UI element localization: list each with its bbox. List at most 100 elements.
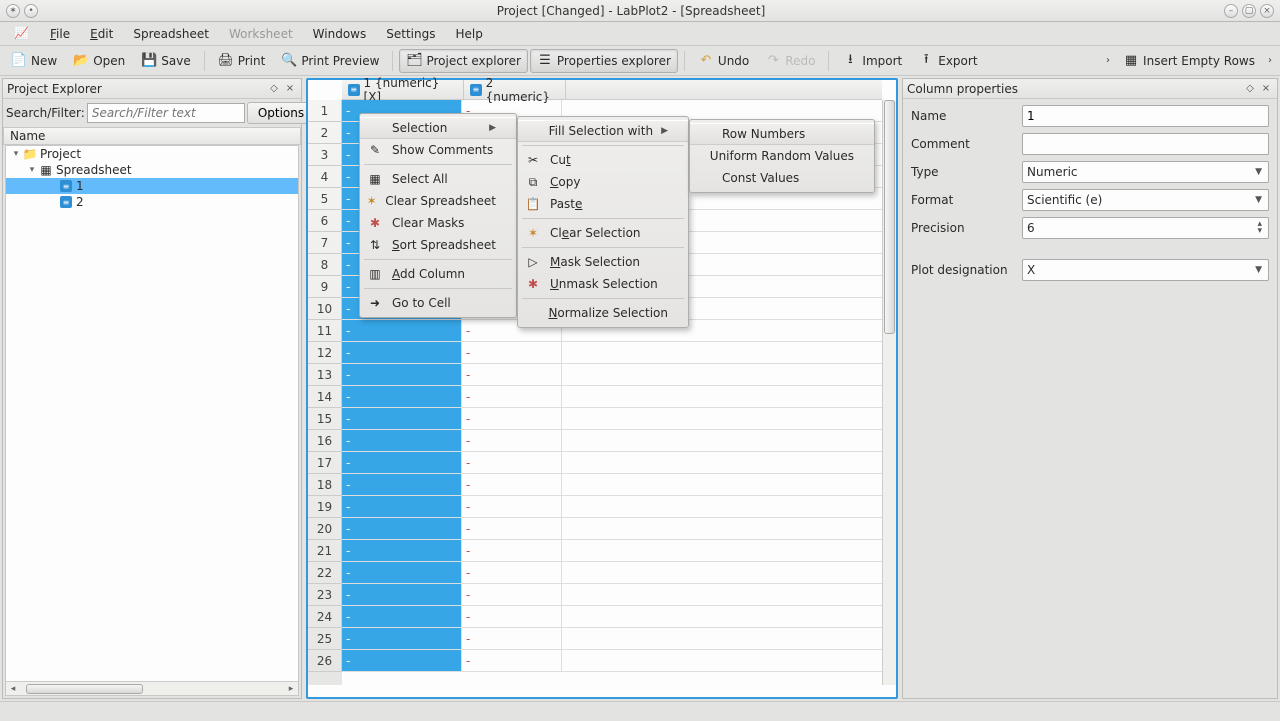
menu-file[interactable]: File <box>40 24 80 44</box>
row-header[interactable]: 3 <box>308 144 342 166</box>
prop-precision-input[interactable]: 6▴▾ <box>1022 217 1269 239</box>
row-header[interactable]: 24 <box>308 606 342 628</box>
import-button[interactable]: ⭳Import <box>835 49 909 73</box>
mi-normalize[interactable]: Normalize Selection <box>518 302 688 324</box>
row-header[interactable]: 11 <box>308 320 342 342</box>
undo-button[interactable]: ↶Undo <box>691 49 756 73</box>
row-header[interactable]: 16 <box>308 430 342 452</box>
menu-edit[interactable]: Edit <box>80 24 123 44</box>
mi-clear-spreadsheet[interactable]: ✶Clear Spreadsheet <box>360 190 516 212</box>
row-header[interactable]: 5 <box>308 188 342 210</box>
row-header[interactable]: 1 <box>308 100 342 122</box>
table-row[interactable]: -- <box>342 408 882 430</box>
menu-spreadsheet[interactable]: Spreadsheet <box>123 24 219 44</box>
column-header-1[interactable]: ≡1 {numeric} [X] <box>342 80 464 99</box>
table-row[interactable]: -- <box>342 430 882 452</box>
row-header[interactable]: 12 <box>308 342 342 364</box>
table-row[interactable]: -- <box>342 364 882 386</box>
table-row[interactable]: -- <box>342 540 882 562</box>
table-row[interactable]: -- <box>342 452 882 474</box>
dock-close-icon[interactable]: × <box>283 82 297 96</box>
tree-item-column-2[interactable]: ≡2 <box>6 194 298 210</box>
prop-plot-select[interactable]: X▼ <box>1022 259 1269 281</box>
mi-add-column[interactable]: ▥Add Column <box>360 263 516 285</box>
row-header[interactable]: 9 <box>308 276 342 298</box>
mi-row-numbers[interactable]: Row Numbers <box>690 123 874 145</box>
tree-hscrollbar[interactable]: ◂▸ <box>6 681 298 695</box>
app-icon[interactable]: 📈 <box>4 23 40 45</box>
dock-float-icon[interactable]: ◇ <box>1243 82 1257 96</box>
mi-mask-selection[interactable]: ▷Mask Selection <box>518 251 688 273</box>
mi-show-comments[interactable]: ✎Show Comments <box>360 139 516 161</box>
table-row[interactable]: -- <box>342 562 882 584</box>
properties-explorer-toggle[interactable]: ☰Properties explorer <box>530 49 678 73</box>
row-header[interactable]: 13 <box>308 364 342 386</box>
project-explorer-toggle[interactable]: 🗂Project explorer <box>399 49 527 73</box>
mi-go-to-cell[interactable]: ➜Go to Cell <box>360 292 516 314</box>
prop-name-input[interactable] <box>1022 105 1269 127</box>
prop-type-select[interactable]: Numeric▼ <box>1022 161 1269 183</box>
maximize-button[interactable]: ▢ <box>1242 4 1256 18</box>
table-row[interactable]: -- <box>342 518 882 540</box>
mi-paste[interactable]: 📋Paste <box>518 193 688 215</box>
row-header[interactable]: 21 <box>308 540 342 562</box>
table-row[interactable]: -- <box>342 584 882 606</box>
menu-help[interactable]: Help <box>445 24 492 44</box>
row-header[interactable]: 6 <box>308 210 342 232</box>
table-row[interactable]: -- <box>342 496 882 518</box>
row-header[interactable]: 7 <box>308 232 342 254</box>
app-menu-icon[interactable]: ✶ <box>6 4 20 18</box>
tree-header-name[interactable]: Name <box>3 127 301 145</box>
tree-item-column-1[interactable]: ≡1 <box>6 178 298 194</box>
open-button[interactable]: 📂Open <box>66 49 132 73</box>
row-header[interactable]: 8 <box>308 254 342 276</box>
row-header[interactable]: 4 <box>308 166 342 188</box>
grid-vscrollbar[interactable] <box>882 100 896 685</box>
row-header[interactable]: 22 <box>308 562 342 584</box>
row-header[interactable]: 18 <box>308 474 342 496</box>
mi-selection[interactable]: Selection▶ <box>360 117 516 139</box>
mi-fill-selection[interactable]: Fill Selection with▶ <box>518 120 688 142</box>
dock-float-icon[interactable]: ◇ <box>267 82 281 96</box>
table-row[interactable]: -- <box>342 386 882 408</box>
prop-format-select[interactable]: Scientific (e)▼ <box>1022 189 1269 211</box>
export-button[interactable]: ⭱Export <box>911 49 984 73</box>
save-button[interactable]: 💾Save <box>134 49 197 73</box>
options-button[interactable]: Options <box>247 102 315 124</box>
mi-sort-spreadsheet[interactable]: ⇅Sort Spreadsheet <box>360 234 516 256</box>
row-header[interactable]: 14 <box>308 386 342 408</box>
close-button[interactable]: × <box>1260 4 1274 18</box>
row-header[interactable]: 23 <box>308 584 342 606</box>
minimize-button[interactable]: – <box>1224 4 1238 18</box>
row-header[interactable]: 26 <box>308 650 342 672</box>
mi-const-values[interactable]: Const Values <box>690 167 874 189</box>
row-header[interactable]: 17 <box>308 452 342 474</box>
search-filter-input[interactable] <box>87 103 245 123</box>
mi-clear-masks[interactable]: ✱Clear Masks <box>360 212 516 234</box>
table-row[interactable]: -- <box>342 474 882 496</box>
table-row[interactable]: -- <box>342 606 882 628</box>
mi-uniform-random[interactable]: Uniform Random Values <box>690 145 874 167</box>
toolbar-overflow-icon[interactable]: › <box>1102 55 1114 66</box>
toolbar-overflow-icon-2[interactable]: › <box>1264 55 1276 66</box>
table-row[interactable]: -- <box>342 342 882 364</box>
row-header[interactable]: 15 <box>308 408 342 430</box>
dock-close-icon[interactable]: × <box>1259 82 1273 96</box>
mi-cut[interactable]: ✂Cut <box>518 149 688 171</box>
row-header[interactable]: 10 <box>308 298 342 320</box>
row-header[interactable]: 19 <box>308 496 342 518</box>
menu-settings[interactable]: Settings <box>376 24 445 44</box>
column-header-2[interactable]: ≡2 {numeric} <box>464 80 566 99</box>
mi-unmask-selection[interactable]: ✱Unmask Selection <box>518 273 688 295</box>
prop-comment-input[interactable] <box>1022 133 1269 155</box>
row-header[interactable]: 20 <box>308 518 342 540</box>
new-button[interactable]: 📄New <box>4 49 64 73</box>
insert-empty-rows-button[interactable]: ▦Insert Empty Rows <box>1116 49 1262 73</box>
mi-select-all[interactable]: ▦Select All <box>360 168 516 190</box>
print-preview-button[interactable]: 🔍Print Preview <box>274 49 386 73</box>
print-button[interactable]: 🖨Print <box>211 49 273 73</box>
project-tree[interactable]: ▾📁Project ▾▦Spreadsheet ≡1 ≡2 ◂▸ <box>5 145 299 696</box>
row-header[interactable]: 2 <box>308 122 342 144</box>
menu-windows[interactable]: Windows <box>303 24 377 44</box>
pin-icon[interactable]: • <box>24 4 38 18</box>
